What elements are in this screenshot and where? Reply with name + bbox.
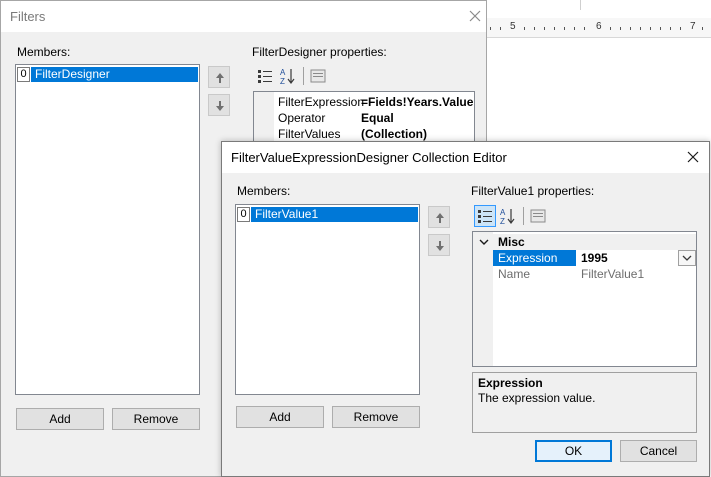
- alphabetical-view-button[interactable]: A Z: [277, 65, 299, 87]
- remove-button[interactable]: Remove: [332, 406, 420, 428]
- members-list[interactable]: 0 FilterDesigner: [15, 64, 200, 395]
- svg-text:A: A: [280, 68, 286, 77]
- filters-titlebar: Filters: [1, 1, 486, 32]
- property-value[interactable]: =Fields!Years.Value: [361, 94, 473, 110]
- value-property-grid[interactable]: Misc Expression 1995 Name FilterValue1: [472, 231, 697, 367]
- member-name: FilterDesigner: [31, 67, 198, 82]
- property-pages-icon: [530, 209, 546, 223]
- member-name: FilterValue1: [251, 207, 418, 222]
- collection-editor-title: FilterValueExpressionDesigner Collection…: [231, 150, 507, 165]
- property-name: Expression: [493, 250, 576, 266]
- members-label: Members:: [17, 45, 71, 59]
- collection-editor-dialog: FilterValueExpressionDesigner Collection…: [221, 141, 710, 477]
- move-down-button[interactable]: [428, 234, 450, 256]
- description-title: Expression: [478, 376, 543, 390]
- alphabetical-view-button[interactable]: A Z: [497, 205, 519, 227]
- expression-value[interactable]: 1995: [581, 250, 608, 266]
- members-list[interactable]: 0 FilterValue1: [235, 204, 420, 395]
- cancel-button[interactable]: Cancel: [620, 440, 697, 462]
- move-up-button[interactable]: [428, 206, 450, 228]
- categorized-icon: [258, 70, 272, 83]
- sort-alpha-icon: A Z: [280, 68, 295, 86]
- arrow-down-icon: [216, 101, 224, 111]
- add-button[interactable]: Add: [236, 406, 324, 428]
- member-index: 0: [17, 67, 30, 82]
- category-row-misc[interactable]: Misc: [479, 234, 696, 250]
- svg-text:Z: Z: [280, 77, 285, 86]
- description-panel: Expression The expression value.: [472, 372, 697, 433]
- description-text: The expression value.: [478, 391, 596, 405]
- arrow-up-icon: [436, 213, 444, 223]
- close-icon[interactable]: [685, 149, 701, 165]
- ruler-label-7: 7: [690, 21, 696, 32]
- surface-divider: [580, 0, 581, 10]
- property-row[interactable]: FilterExpression =Fields!Years.Value: [254, 94, 474, 110]
- arrow-down-icon: [436, 241, 444, 251]
- arrow-up-icon: [216, 73, 224, 83]
- property-pages-icon: [310, 69, 326, 83]
- properties-label: FilterDesigner properties:: [252, 45, 387, 59]
- ok-button[interactable]: OK: [535, 440, 612, 462]
- name-value: FilterValue1: [581, 267, 645, 281]
- close-icon[interactable]: [467, 8, 483, 24]
- move-up-button[interactable]: [208, 66, 230, 88]
- categorized-view-button[interactable]: [254, 65, 276, 87]
- list-item[interactable]: 0 FilterValue1: [237, 207, 418, 222]
- collection-editor-titlebar: FilterValueExpressionDesigner Collection…: [222, 142, 709, 173]
- property-name: FilterExpression: [278, 95, 365, 109]
- category-label: Misc: [498, 235, 525, 249]
- list-item[interactable]: 0 FilterDesigner: [17, 67, 198, 82]
- ruler-label-5: 5: [510, 21, 516, 32]
- categorized-icon: [478, 210, 492, 223]
- properties-label: FilterValue1 properties:: [471, 184, 595, 198]
- members-label: Members:: [237, 184, 291, 198]
- member-index: 0: [237, 207, 250, 222]
- property-name: FilterValues: [278, 127, 341, 141]
- horizontal-ruler: 5 6 7: [486, 18, 711, 38]
- properties-toolbar: A Z: [474, 205, 554, 227]
- properties-toolbar: A Z: [254, 65, 334, 87]
- property-value[interactable]: (Collection): [361, 126, 427, 142]
- sort-alpha-icon: A Z: [500, 208, 515, 226]
- chevron-down-icon[interactable]: [479, 236, 489, 250]
- property-value[interactable]: Equal: [361, 110, 394, 126]
- move-down-button[interactable]: [208, 94, 230, 116]
- property-name: Operator: [278, 111, 326, 125]
- chevron-down-icon: [682, 255, 692, 261]
- svg-text:A: A: [500, 208, 506, 217]
- categorized-view-button[interactable]: [474, 205, 496, 227]
- svg-text:Z: Z: [500, 217, 505, 226]
- remove-button[interactable]: Remove: [112, 408, 200, 430]
- ruler-label-6: 6: [596, 21, 602, 32]
- property-row[interactable]: FilterValues (Collection): [254, 126, 474, 142]
- filters-title: Filters: [10, 9, 46, 24]
- property-row-name[interactable]: Name FilterValue1: [473, 266, 696, 282]
- add-button[interactable]: Add: [16, 408, 104, 430]
- property-pages-button[interactable]: [527, 205, 549, 227]
- expression-dropdown-button[interactable]: [678, 250, 696, 266]
- property-row[interactable]: Operator Equal: [254, 110, 474, 126]
- property-row-expression[interactable]: Expression 1995: [473, 250, 696, 266]
- property-pages-button[interactable]: [307, 65, 329, 87]
- property-name: Name: [498, 267, 531, 281]
